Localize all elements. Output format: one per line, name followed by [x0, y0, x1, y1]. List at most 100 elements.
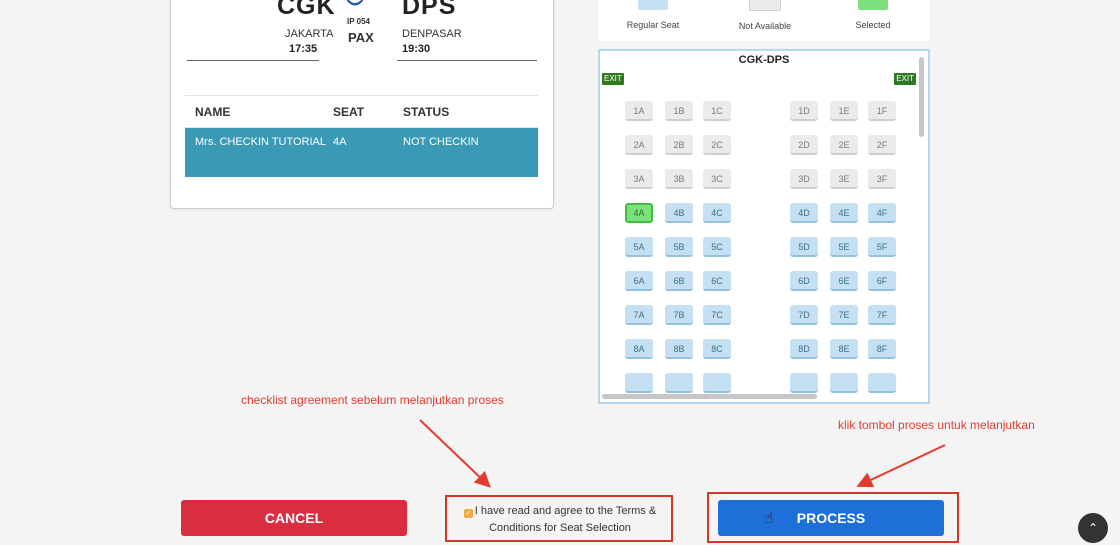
seat-6b[interactable]: 6B [665, 271, 693, 291]
agreement-arrow [419, 419, 491, 488]
seat-partial[interactable] [625, 373, 653, 393]
legend-not-available-swatch [749, 0, 781, 11]
seat-3f[interactable]: 3F [868, 169, 896, 189]
annotation-arrows [419, 419, 946, 488]
passenger-name: Mrs. CHECKIN TUTORIAL [195, 136, 326, 148]
seat-partial[interactable] [665, 373, 693, 393]
seat-partial[interactable] [868, 373, 896, 393]
seat-2a[interactable]: 2A [625, 135, 653, 155]
seat-6c[interactable]: 6C [703, 271, 731, 291]
legend-selected: Selected [823, 0, 923, 30]
legend-selected-swatch [858, 0, 888, 10]
pax-label: PAX [348, 30, 374, 45]
seat-8e[interactable]: 8E [830, 339, 858, 359]
seat-2d[interactable]: 2D [790, 135, 818, 155]
seat-7f[interactable]: 7F [868, 305, 896, 325]
seat-5b[interactable]: 5B [665, 237, 693, 257]
destination-city: DENPASAR [402, 28, 462, 40]
seat-3a[interactable]: 3A [625, 169, 653, 189]
passenger-status: NOT CHECKIN [403, 136, 479, 148]
arrival-time: 19:30 [402, 43, 431, 55]
airline-logo-icon [347, 0, 363, 6]
hand-pointer-icon: ☝ [764, 510, 774, 527]
seat-map-title: CGK-DPS [738, 54, 790, 66]
passenger-seat: 4A [333, 136, 347, 148]
departure-time: 17:35 [289, 43, 318, 55]
seat-1c[interactable]: 1C [703, 101, 731, 121]
terms-agreement[interactable]: ✓ I have read and agree to the Terms & Co… [455, 503, 665, 537]
seat-1e[interactable]: 1E [830, 101, 858, 121]
seat-1b[interactable]: 1B [665, 101, 693, 121]
seat-6a[interactable]: 6A [625, 271, 653, 291]
passenger-table-header: NAME SEAT STATUS [185, 96, 538, 127]
header-name: NAME [195, 104, 231, 119]
agreement-annotation: checklist agreement sebelum melanjutkan … [241, 393, 504, 407]
seat-7c[interactable]: 7C [703, 305, 731, 325]
seat-5a[interactable]: 5A [625, 237, 653, 257]
seat-3e[interactable]: 3E [830, 169, 858, 189]
seat-8f[interactable]: 8F [868, 339, 896, 359]
seat-2c[interactable]: 2C [703, 135, 731, 155]
seat-4d[interactable]: 4D [790, 203, 818, 223]
flight-number: IP 054 [347, 17, 370, 26]
seat-7d[interactable]: 7D [790, 305, 818, 325]
header-status: STATUS [403, 104, 450, 119]
seat-legend: Regular Seat Not Available Selected [598, 0, 930, 41]
seat-5d[interactable]: 5D [790, 237, 818, 257]
seat-partial[interactable] [790, 373, 818, 393]
seat-2b[interactable]: 2B [665, 135, 693, 155]
legend-selected-label: Selected [855, 20, 891, 30]
seat-partial[interactable] [830, 373, 858, 393]
terms-agreement-text: I have read and agree to the Terms & Con… [474, 505, 657, 534]
exit-sign-right: EXIT [894, 73, 916, 85]
seat-8c[interactable]: 8C [703, 339, 731, 359]
seat-4a[interactable]: 4A [625, 203, 653, 223]
seat-4f[interactable]: 4F [868, 203, 896, 223]
seat-map-horizontal-scrollbar[interactable] [602, 394, 817, 399]
seat-map-vertical-scrollbar[interactable] [919, 57, 924, 137]
seat-6f[interactable]: 6F [868, 271, 896, 291]
destination-divider [397, 60, 537, 61]
cancel-button[interactable]: CANCEL [181, 500, 407, 536]
seat-5c[interactable]: 5C [703, 237, 731, 257]
seat-7e[interactable]: 7E [830, 305, 858, 325]
seat-6e[interactable]: 6E [830, 271, 858, 291]
seat-8d[interactable]: 8D [790, 339, 818, 359]
origin-code: CGK [277, 0, 336, 20]
legend-not-available-label: Not Available [738, 21, 792, 31]
origin-city: JAKARTA [285, 28, 334, 40]
seat-6d[interactable]: 6D [790, 271, 818, 291]
seat-7b[interactable]: 7B [665, 305, 693, 325]
seat-3c[interactable]: 3C [703, 169, 731, 189]
origin-divider [187, 60, 319, 61]
scroll-top-button[interactable]: ⌃ [1078, 513, 1108, 543]
seat-2e[interactable]: 2E [830, 135, 858, 155]
seat-1d[interactable]: 1D [790, 101, 818, 121]
seat-1a[interactable]: 1A [625, 101, 653, 121]
legend-not-available: Not Available [715, 0, 815, 31]
seat-3b[interactable]: 3B [665, 169, 693, 189]
process-button[interactable]: PROCESS [718, 500, 944, 536]
seat-4b[interactable]: 4B [665, 203, 693, 223]
seat-2f[interactable]: 2F [868, 135, 896, 155]
seat-7a[interactable]: 7A [625, 305, 653, 325]
seat-partial[interactable] [703, 373, 731, 393]
flight-summary-card: CGK DPS JAKARTA 17:35 IP 054 PAX DENPASA… [170, 0, 554, 209]
legend-regular-swatch [638, 0, 668, 10]
destination-code: DPS [402, 0, 457, 20]
seat-5f[interactable]: 5F [868, 237, 896, 257]
seat-map[interactable]: CGK-DPS EXIT EXIT 1A 1B 1C 1D 1E 1F 2A 2B 2C 2D 2E… [598, 49, 930, 404]
passenger-row[interactable]: Mrs. CHECKIN TUTORIAL 4A NOT CHECKIN [185, 127, 538, 177]
process-arrow [856, 444, 946, 488]
seat-8b[interactable]: 8B [665, 339, 693, 359]
seat-5e[interactable]: 5E [830, 237, 858, 257]
process-annotation: klik tombol proses untuk melanjutkan [838, 418, 1035, 432]
seat-3d[interactable]: 3D [790, 169, 818, 189]
seat-4e[interactable]: 4E [830, 203, 858, 223]
passenger-table: NAME SEAT STATUS Mrs. CHECKIN TUTORIAL 4… [185, 95, 538, 177]
seat-8a[interactable]: 8A [625, 339, 653, 359]
legend-regular-label: Regular Seat [626, 20, 680, 30]
terms-checkbox[interactable]: ✓ [463, 509, 473, 518]
seat-4c[interactable]: 4C [703, 203, 731, 223]
seat-1f[interactable]: 1F [868, 101, 896, 121]
